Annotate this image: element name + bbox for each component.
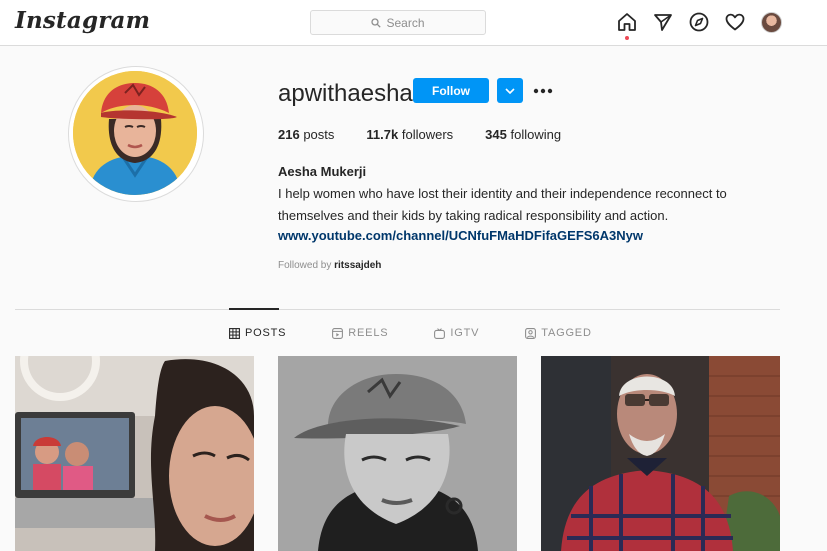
followers-label: followers [401, 127, 454, 142]
reels-icon [332, 327, 344, 339]
following-count: 345 [485, 127, 507, 142]
posts-count: 216 [278, 127, 300, 142]
profile-tabs: POSTS REELS IGTV TAGGED [229, 327, 638, 339]
tab-igtv[interactable]: IGTV [434, 327, 479, 339]
profile-picture[interactable] [73, 71, 197, 195]
post-thumbnail[interactable] [278, 356, 517, 551]
profile-username: apwithaesha [278, 80, 413, 107]
followed-by-prefix: Followed by [278, 260, 332, 271]
followed-by[interactable]: Followed by ritssajdeh [278, 260, 381, 271]
search-icon [371, 17, 382, 28]
search-placeholder: Search [386, 15, 425, 30]
following-label: following [510, 127, 562, 142]
tab-reels[interactable]: REELS [332, 327, 388, 339]
direct-message-icon[interactable] [652, 11, 674, 33]
followed-by-user: ritssajdeh [334, 260, 382, 271]
tab-label: POSTS [245, 327, 287, 339]
profile-avatar[interactable] [761, 12, 782, 33]
igtv-icon [434, 327, 446, 339]
instagram-logo[interactable]: Instagram [15, 7, 150, 34]
followers-count: 11.7k [366, 127, 399, 142]
following-stat[interactable]: 345 following [485, 127, 561, 142]
home-icon[interactable] [616, 11, 638, 33]
profile-stats: 216 posts 11.7k followers 345 following [278, 127, 593, 142]
tab-tagged[interactable]: TAGGED [525, 327, 591, 339]
post-thumbnail[interactable] [541, 356, 780, 551]
active-tab-indicator [229, 308, 279, 310]
post-thumbnail[interactable] [15, 356, 254, 551]
chevron-down-icon [505, 87, 515, 94]
tab-label: REELS [348, 327, 389, 339]
tab-posts[interactable]: POSTS [229, 327, 286, 339]
profile-bio: I help women who have lost their identit… [278, 183, 748, 227]
more-options-icon[interactable] [533, 88, 553, 94]
tab-label: IGTV [450, 327, 480, 339]
profile-website-link[interactable]: www.youtube.com/channel/UCNfuFMaHDFifaGE… [278, 228, 643, 243]
posts-stat: 216 posts [278, 127, 334, 142]
followers-stat[interactable]: 11.7k followers [366, 127, 453, 142]
bio-line: I help women who have lost their identit… [278, 186, 727, 201]
explore-icon[interactable] [688, 11, 710, 33]
profile-full-name: Aesha Mukerji [278, 164, 367, 179]
search-input[interactable]: Search [310, 10, 486, 35]
tagged-icon [525, 327, 537, 339]
tab-label: TAGGED [541, 327, 592, 339]
top-navigation-bar: Instagram Search [0, 0, 827, 46]
suggested-accounts-button[interactable] [497, 78, 523, 103]
follow-button[interactable]: Follow [413, 78, 489, 103]
tabs-divider [15, 309, 780, 310]
activity-heart-icon[interactable] [724, 11, 746, 33]
notification-dot [625, 36, 629, 40]
bio-line: themselves and their kids by taking radi… [278, 208, 669, 223]
grid-icon [229, 327, 240, 339]
posts-label: posts [303, 127, 335, 142]
